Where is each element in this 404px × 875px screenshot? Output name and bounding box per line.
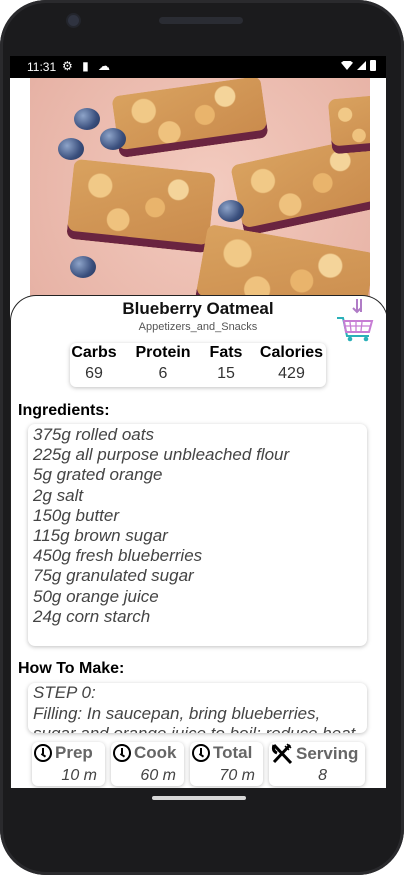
status-time: 11:31: [27, 60, 57, 74]
ingredient-item: 115g brown sugar: [33, 526, 168, 546]
macros-panel: Carbs 69 Protein 6 Fats 15 Calories 429: [70, 343, 326, 387]
steps-box[interactable]: STEP 0: Filling: In saucepan, bring blue…: [28, 683, 367, 733]
time-card-header: Total: [192, 743, 252, 763]
blueberry: [58, 138, 84, 160]
system-status-icons: [341, 60, 376, 71]
front-camera: [68, 15, 79, 26]
signal-icon: [357, 61, 366, 70]
how-to-make-heading: How To Make:: [18, 660, 125, 677]
prep-time-card: Prep 10 m: [32, 742, 105, 786]
cook-time-card: Cook 60 m: [111, 742, 184, 786]
time-value: 8: [318, 767, 327, 784]
macro-value: 15: [217, 365, 235, 382]
ingredient-item: 225g all purpose unbleached flour: [33, 445, 290, 465]
ingredient-item: 2g salt: [33, 485, 84, 505]
ingredients-list[interactable]: 375g rolled oats 225g all purpose unblea…: [28, 424, 367, 646]
notification-icons: ⚙ ▮ ☁: [62, 59, 114, 73]
time-value: 60 m: [140, 767, 176, 784]
macro-label: Calories: [259, 344, 324, 361]
step-text: Filling: In saucepan, bring blueberries,…: [33, 703, 355, 734]
blueberry: [100, 128, 126, 150]
recipe-photo: [30, 78, 370, 306]
macro-calories: Calories 429: [257, 344, 326, 383]
time-label: Prep: [55, 743, 93, 762]
macro-label: Fats: [209, 344, 243, 361]
add-to-cart-icon[interactable]: [335, 298, 375, 342]
app-screen: 11:31 ⚙ ▮ ☁ Blueberry Oatmeal Appetizers…: [10, 56, 386, 788]
ingredient-item: 450g fresh blueberries: [33, 546, 203, 566]
macro-value: 6: [158, 365, 168, 382]
time-value: 10 m: [61, 767, 97, 784]
ingredient-item: 375g rolled oats: [33, 425, 154, 444]
time-card-header: Serving: [271, 743, 358, 765]
blueberry: [74, 108, 100, 130]
ingredient-item: 150g butter: [33, 505, 120, 525]
macro-carbs: Carbs 69: [70, 344, 118, 383]
blueberry: [218, 200, 244, 222]
time-label: Total: [213, 743, 253, 762]
macro-value: 69: [85, 365, 103, 382]
ingredient-item: 24g corn starch: [33, 606, 151, 626]
clock-icon: [113, 744, 131, 762]
time-label: Serving: [296, 744, 359, 763]
utensils-icon: [271, 743, 293, 765]
macro-fats: Fats 15: [207, 344, 245, 383]
oat-bar: [327, 92, 370, 155]
macro-label: Protein: [135, 344, 191, 361]
phone-frame: 11:31 ⚙ ▮ ☁ Blueberry Oatmeal Appetizers…: [0, 0, 404, 875]
time-card-header: Cook: [113, 743, 177, 763]
ingredient-item: 50g orange juice: [33, 586, 159, 606]
time-card-header: Prep: [34, 743, 93, 763]
clock-icon: [34, 744, 52, 762]
time-value: 70 m: [219, 767, 255, 784]
macro-label: Carbs: [71, 344, 117, 361]
recipe-title: Blueberry Oatmeal: [122, 299, 274, 318]
status-bar: 11:31 ⚙ ▮ ☁: [10, 56, 386, 78]
clock-icon: [192, 744, 210, 762]
ingredient-item: 75g granulated sugar: [33, 566, 194, 586]
recipe-category: Appetizers_and_Snacks: [138, 321, 258, 333]
macro-value: 429: [278, 365, 305, 382]
home-gesture-bar[interactable]: [152, 796, 246, 800]
oat-bar: [66, 158, 216, 254]
battery-icon: [370, 60, 376, 71]
ingredient-item: 5g grated orange: [33, 465, 163, 485]
step-label: STEP 0:: [33, 683, 96, 702]
time-label: Cook: [134, 743, 177, 762]
serving-card: Serving 8: [269, 742, 365, 786]
blueberry: [70, 256, 96, 278]
earpiece-speaker: [159, 17, 243, 24]
wifi-icon: [341, 61, 353, 70]
total-time-card: Total 70 m: [190, 742, 263, 786]
ingredients-heading: Ingredients:: [18, 402, 110, 419]
time-info-row: Prep 10 m Cook 60 m Total 70 m Serving 8: [32, 742, 370, 788]
macro-protein: Protein 6: [133, 344, 193, 383]
